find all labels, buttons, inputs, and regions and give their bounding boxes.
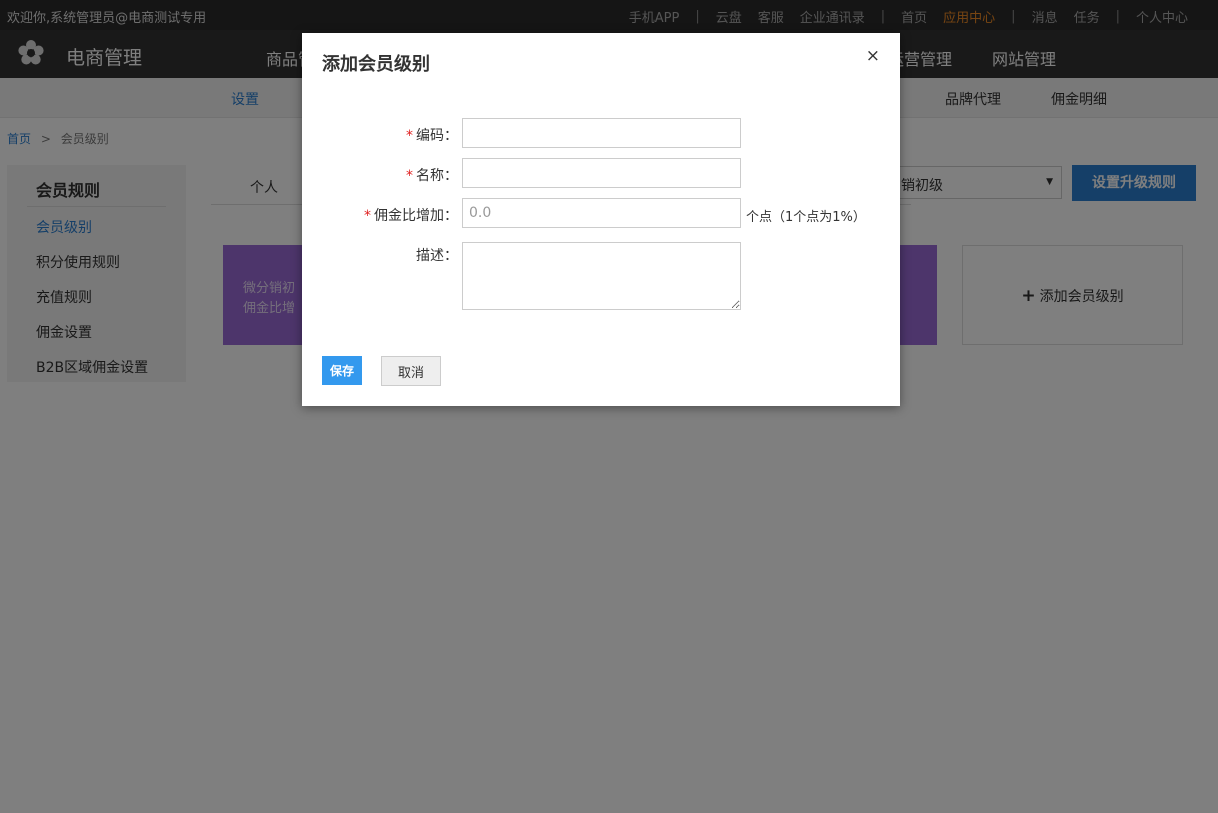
- commission-input[interactable]: [462, 198, 741, 228]
- commission-label-text: 佣金比增加：: [374, 208, 458, 224]
- code-label: * 编码：: [406, 125, 458, 145]
- required-mark: *: [406, 168, 413, 184]
- code-input[interactable]: [462, 118, 741, 148]
- dialog-title: 添加会员级别: [322, 54, 430, 75]
- add-member-level-dialog: 添加会员级别 × *编码： *名称： *佣金比增加： 个点（1个点为1%） 描述…: [302, 33, 900, 406]
- save-button[interactable]: 保存: [322, 356, 362, 385]
- name-input[interactable]: [462, 158, 741, 188]
- description-label: 描述：: [416, 248, 458, 264]
- commission-suffix: 个点（1个点为1%）: [746, 210, 866, 225]
- required-mark: *: [406, 128, 413, 144]
- required-mark: *: [364, 208, 371, 224]
- name-label-text: 名称：: [416, 168, 458, 184]
- name-label: * 名称：: [406, 165, 458, 185]
- description-textarea[interactable]: [462, 242, 741, 310]
- commission-label: * 佣金比增加：: [364, 205, 458, 225]
- code-label-text: 编码：: [416, 128, 458, 144]
- cancel-button[interactable]: 取消: [381, 356, 441, 386]
- close-icon[interactable]: ×: [866, 46, 880, 66]
